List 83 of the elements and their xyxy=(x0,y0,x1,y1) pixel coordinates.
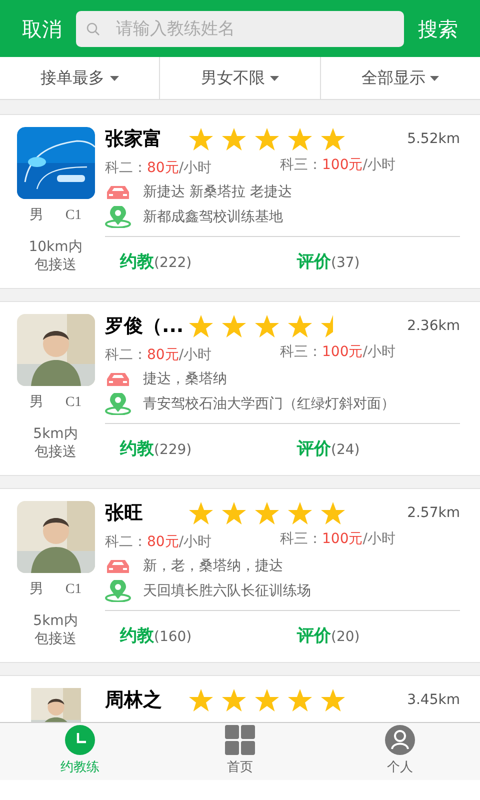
distance-text: 5.52km xyxy=(407,130,460,148)
coach-card[interactable]: 男 C1 5km内 包接送 罗俊（... 2.36km 科二：80元/小时 科三：100元/小时 捷达，桑塔纳 青安驾校石油大学西门（红绿灯斜对面） 约教(229) 评价(24) xyxy=(0,301,480,476)
car-models-text: 捷达，桑塔纳 xyxy=(143,370,227,389)
star-icon xyxy=(189,128,213,150)
star-icon xyxy=(288,502,312,524)
car-models-text: 新捷达 新桑塔拉 老捷达 xyxy=(143,183,292,202)
reviews-button[interactable]: 评价(37) xyxy=(297,250,360,276)
pickup-text: 包接送 xyxy=(34,256,76,274)
nav-tab[interactable]: 首页 xyxy=(160,723,320,780)
car-icon xyxy=(105,558,131,574)
reviews-button[interactable]: 评价(20) xyxy=(297,624,360,650)
star-icon xyxy=(189,314,213,338)
grid-icon xyxy=(225,725,255,756)
price-text: 科二：80元/小时 xyxy=(105,534,212,550)
location-pin-icon xyxy=(105,206,131,228)
gender-text: 男 xyxy=(29,206,44,225)
reviews-button[interactable]: 评价(24) xyxy=(297,436,360,462)
license-text: C1 xyxy=(65,394,82,412)
price-text: 科二：80元/小时 xyxy=(105,160,212,176)
star-icon xyxy=(288,314,312,338)
star-icon xyxy=(255,314,279,338)
user-icon xyxy=(385,725,415,756)
cancel-button[interactable]: 取消 xyxy=(22,14,62,44)
pickup-range-text: 5km内 xyxy=(33,612,78,630)
star-icon xyxy=(189,688,213,712)
coach-name: 张家富 xyxy=(105,126,163,152)
gender-text: 男 xyxy=(29,580,44,599)
filter-dropdown[interactable]: 男女不限 xyxy=(159,57,320,99)
search-icon xyxy=(86,22,100,36)
location-pin-icon xyxy=(105,393,131,415)
star-icon xyxy=(255,128,279,150)
nav-tab[interactable]: 个人 xyxy=(320,723,480,780)
distance-text: 3.45km xyxy=(407,690,460,710)
book-button[interactable]: 约教(229) xyxy=(120,436,297,462)
search-field[interactable]: 请输入教练姓名 xyxy=(76,10,404,46)
distance-text: 2.57km xyxy=(407,504,460,522)
training-ground-text: 新都成鑫驾校训练基地 xyxy=(143,208,283,226)
location-pin-icon xyxy=(105,580,131,602)
book-button[interactable]: 约教(222) xyxy=(120,250,297,276)
pickup-range-text: 10km内 xyxy=(28,238,82,256)
price-text: 科三：100元/小时 xyxy=(280,530,396,549)
training-ground-text: 青安驾校石油大学西门（红绿灯斜对面） xyxy=(143,394,395,414)
pickup-text: 包接送 xyxy=(34,630,76,648)
distance-text: 2.36km xyxy=(407,316,460,336)
star-icon xyxy=(288,128,312,150)
license-text: C1 xyxy=(65,207,82,225)
coach-name: 张旺 xyxy=(105,500,144,526)
license-text: C1 xyxy=(65,581,82,599)
coach-card[interactable]: 男 C1 10km内 包接送 张家富 5.52km 科二：80元/小时 科三：100元/小时 新捷达 新桑塔拉 老捷达 新都成鑫驾校训练基地 约教(222) 评价(37) xyxy=(0,114,480,289)
price-text: 科二：80元/小时 xyxy=(105,347,212,363)
star-icon xyxy=(222,314,246,338)
price-text: 科三：100元/小时 xyxy=(280,343,396,362)
coach-name: 罗俊（... xyxy=(105,314,185,339)
star-icon xyxy=(222,502,246,524)
pickup-range-text: 5km内 xyxy=(33,425,78,443)
pickup-text: 包接送 xyxy=(34,443,76,461)
caret-icon xyxy=(270,76,279,80)
caret-icon xyxy=(430,76,440,80)
coach-card[interactable]: 周林之 3.45km xyxy=(0,675,480,722)
filter-dropdown[interactable]: 接单最多 xyxy=(0,57,160,99)
star-icon xyxy=(321,688,345,712)
star-icon xyxy=(255,502,279,524)
star-icon xyxy=(222,128,246,150)
clock-icon xyxy=(65,725,95,756)
car-icon xyxy=(105,372,131,388)
gender-text: 男 xyxy=(29,393,44,412)
coach-card[interactable]: 男 C1 5km内 包接送 张旺 2.57km 科二：80元/小时 科三：100元/小时 新，老，桑塔纳，捷达 天回填长胜六队长征训练场 约教(160) 评价(20) xyxy=(0,488,480,663)
search-button[interactable]: 搜索 xyxy=(418,14,458,44)
star-icon xyxy=(189,502,213,524)
car-icon xyxy=(105,184,131,200)
half-star-icon xyxy=(321,314,333,338)
star-icon xyxy=(222,688,246,712)
star-icon xyxy=(321,502,345,524)
price-text: 科三：100元/小时 xyxy=(280,156,396,175)
star-icon xyxy=(288,688,312,712)
star-icon xyxy=(321,128,345,150)
car-models-text: 新，老，桑塔纳，捷达 xyxy=(143,557,283,576)
caret-icon xyxy=(110,76,119,80)
star-icon xyxy=(255,688,279,712)
training-ground-text: 天回填长胜六队长征训练场 xyxy=(143,582,311,600)
coach-name: 周林之 xyxy=(105,688,163,713)
book-button[interactable]: 约教(160) xyxy=(120,624,297,650)
filter-dropdown[interactable]: 全部显示 xyxy=(320,57,480,99)
